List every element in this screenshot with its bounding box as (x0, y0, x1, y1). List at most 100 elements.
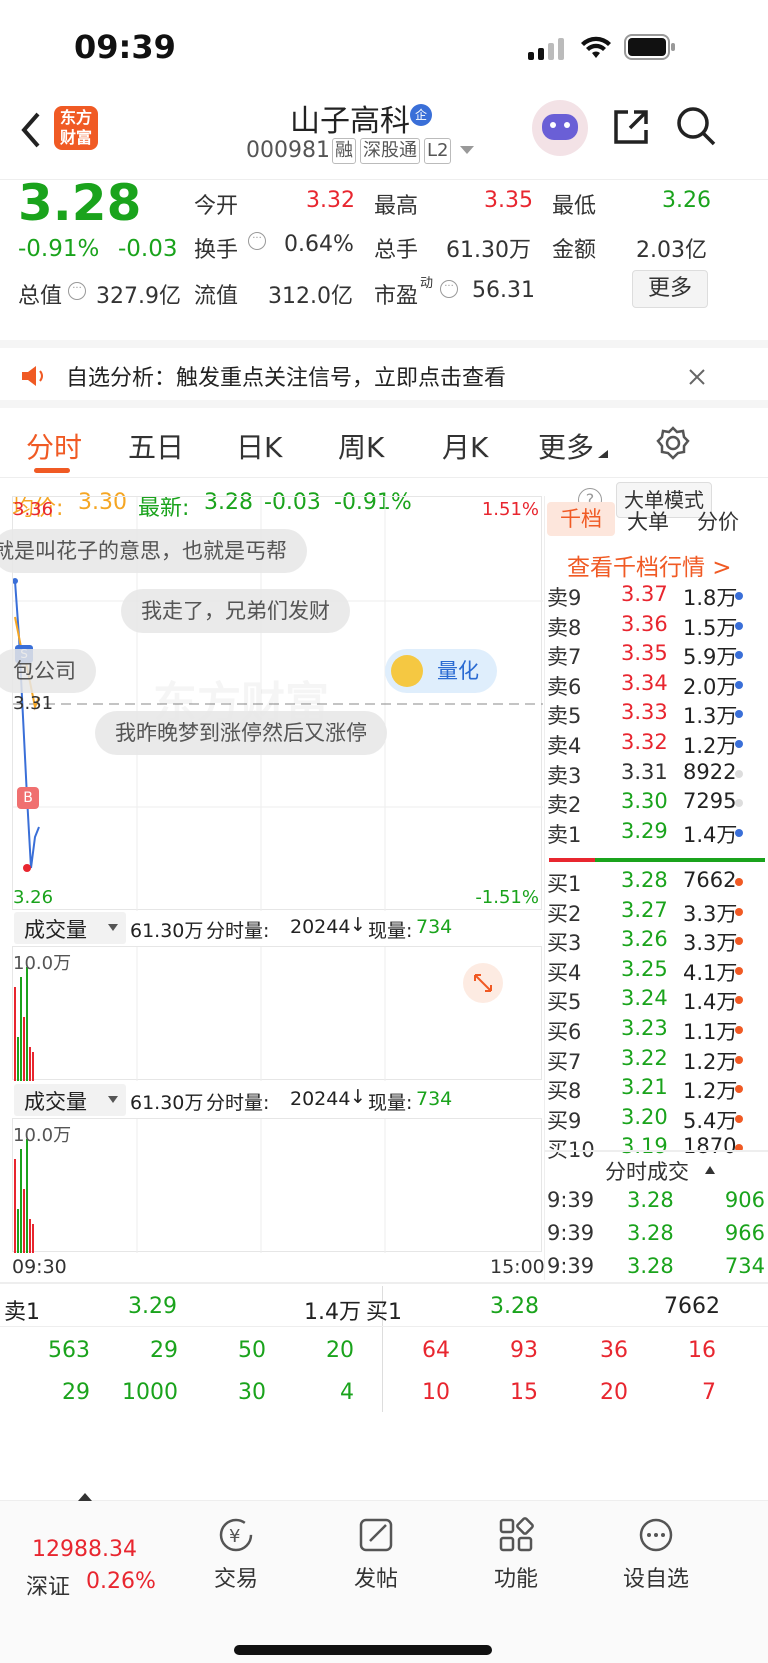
order-book-row[interactable]: 买8 3.21 1.2万 (545, 1075, 768, 1106)
info-icon[interactable]: ··· (440, 280, 458, 298)
tag-connect: 深股通 (360, 138, 420, 164)
tab-functions[interactable]: 功能 (466, 1515, 566, 1593)
queue-order-size: 7 (702, 1380, 716, 1405)
index-name[interactable]: 深证 (26, 1569, 70, 1601)
status-bar: 09:39 (0, 0, 768, 100)
order-book-row[interactable]: 卖9 3.37 1.8万 (545, 582, 768, 613)
tab-five-day[interactable]: 五日 (128, 426, 184, 466)
order-book-row[interactable]: 卖6 3.34 2.0万 (545, 671, 768, 702)
order-book-row[interactable]: 卖5 3.33 1.3万 (545, 700, 768, 731)
level-volume: 1.1万 (683, 1020, 738, 1044)
volume-chart[interactable]: 10.0万 (12, 946, 542, 1081)
search-icon[interactable] (676, 106, 716, 146)
level-volume: 1.4万 (683, 990, 738, 1015)
status-time: 09:39 (74, 28, 176, 66)
quant-button[interactable]: 量化 (385, 649, 497, 693)
ticks-title[interactable]: 分时成交 (605, 1156, 689, 1186)
expand-icon[interactable] (463, 963, 503, 1003)
more-button[interactable]: 更多 (632, 270, 708, 308)
level-volume: 4.1万 (683, 960, 738, 985)
comment-bubble[interactable]: 我昨晚梦到涨停然后又涨停 (95, 711, 387, 755)
robot-assistant-icon[interactable] (532, 100, 588, 156)
pe-value: 56.31 (472, 278, 535, 303)
level-price: 3.35 (621, 641, 668, 666)
queue-order-size: 36 (600, 1338, 628, 1363)
tick-time: 9:39 (547, 1188, 595, 1212)
tag-margin: 融 (332, 138, 356, 164)
battery-icon (624, 34, 675, 60)
tab-trade[interactable]: ¥ 交易 (186, 1515, 286, 1593)
view-depth-link[interactable]: 查看千档行情 > (567, 548, 732, 582)
tab-add-watchlist[interactable]: 设自选 (606, 1515, 706, 1593)
level-label: 买7 (547, 1049, 582, 1074)
share-icon[interactable] (612, 108, 650, 146)
order-book-row[interactable]: 卖1 3.29 1.4万 (545, 819, 768, 850)
status-dot-icon (735, 878, 743, 886)
level-price: 3.21 (621, 1075, 668, 1100)
tick-time: 9:39 (547, 1254, 595, 1278)
intraday-chart[interactable]: 东方财富 3.36 1.51% 3.31 3.26 -1.51% S B 就是叫… (0, 496, 543, 911)
tab-intraday[interactable]: 分时 (26, 426, 82, 466)
chart-tabs: 分时 五日 日K 周K 月K 更多 (0, 408, 768, 478)
order-book-row[interactable]: 卖2 3.30 7295 (545, 789, 768, 820)
analysis-banner[interactable]: 自选分析：触发重点关注信号，立即点击查看 (0, 340, 768, 408)
index-value[interactable]: 12988.34 (32, 1537, 137, 1562)
amount-label: 金额 (552, 238, 597, 263)
tick-row: 9:39 3.28 906 (545, 1188, 768, 1219)
volume-selector[interactable]: 成交量 (14, 1084, 126, 1116)
order-book-row[interactable]: 买7 3.22 1.2万 (545, 1046, 768, 1077)
order-book-row[interactable]: 买6 3.23 1.1万 (545, 1016, 768, 1047)
down-arrow-icon: ↓ (350, 914, 366, 936)
level-price: 3.22 (621, 1045, 668, 1070)
order-book-row[interactable]: 买9 3.20 5.4万 (545, 1105, 768, 1136)
level-price: 3.28 (621, 868, 668, 892)
volume-bars (14, 1119, 386, 1253)
pe-superscript: 动 (420, 276, 434, 291)
low-value: 3.26 (662, 188, 711, 213)
down-arrow-icon: ↓ (350, 1086, 366, 1108)
level-volume: 1.3万 (683, 704, 738, 729)
order-book-row[interactable]: 买2 3.27 3.3万 (545, 898, 768, 929)
buy-marker-icon[interactable]: B (17, 787, 39, 809)
tab-thousand-level[interactable]: 千档 (547, 502, 615, 536)
level-volume: 1.4万 (683, 822, 738, 847)
index-pct[interactable]: 0.26% (86, 1569, 156, 1594)
tab-post[interactable]: 发帖 (326, 1515, 426, 1593)
tab-weekly-k[interactable]: 周K (338, 426, 384, 466)
comment-bubble[interactable]: 我走了，兄弟们发财 (121, 589, 350, 633)
order-book-row[interactable]: 卖8 3.36 1.5万 (545, 612, 768, 643)
tab-more[interactable]: 更多 (538, 426, 594, 466)
close-icon[interactable] (688, 368, 706, 386)
tab-price-distribution[interactable]: 分价 (697, 506, 739, 536)
tab-monthly-k[interactable]: 月K (442, 426, 488, 466)
volume-selector[interactable]: 成交量 (14, 912, 126, 944)
back-icon[interactable] (18, 110, 42, 150)
level-volume: 5.9万 (683, 645, 738, 670)
tab-daily-k[interactable]: 日K (236, 426, 282, 466)
chart-bottom-pct: -1.51% (475, 887, 539, 908)
dropdown-icon[interactable] (460, 146, 474, 156)
queue-buy-label: 买1 (366, 1300, 402, 1325)
order-book-row[interactable]: 买1 3.28 7662 (545, 868, 768, 899)
order-book-row[interactable]: 卖4 3.32 1.2万 (545, 730, 768, 761)
comment-bubble[interactable]: 包公司 (0, 649, 96, 693)
info-icon[interactable]: ··· (248, 232, 266, 250)
status-dot-icon (735, 937, 743, 946)
order-book-row[interactable]: 买5 3.24 1.4万 (545, 986, 768, 1017)
stock-header: 东方财富 山子高科 企 000981 融 深股通 L2 (0, 100, 768, 180)
period-volume: 20244 (290, 916, 351, 938)
app-logo[interactable]: 东方财富 (54, 106, 98, 150)
volume-selector-label: 成交量 (24, 918, 87, 942)
level-label: 卖6 (547, 674, 582, 699)
order-book-row[interactable]: 买3 3.26 3.3万 (545, 927, 768, 958)
order-book-row[interactable]: 买4 3.25 4.1万 (545, 957, 768, 988)
volume-chart[interactable]: 10.0万 (12, 1118, 542, 1253)
settings-gear-icon[interactable] (656, 426, 690, 460)
comment-bubble[interactable]: 就是叫花子的意思，也就是丐帮 (0, 529, 307, 573)
chart-bottom-price: 3.26 (13, 887, 54, 908)
order-book-row[interactable]: 卖3 3.31 8922 (545, 760, 768, 791)
tab-large-orders[interactable]: 大单 (627, 506, 669, 536)
order-book-row[interactable]: 卖7 3.35 5.9万 (545, 641, 768, 672)
tag-l2: L2 (424, 138, 452, 164)
info-icon[interactable]: ··· (68, 282, 86, 300)
